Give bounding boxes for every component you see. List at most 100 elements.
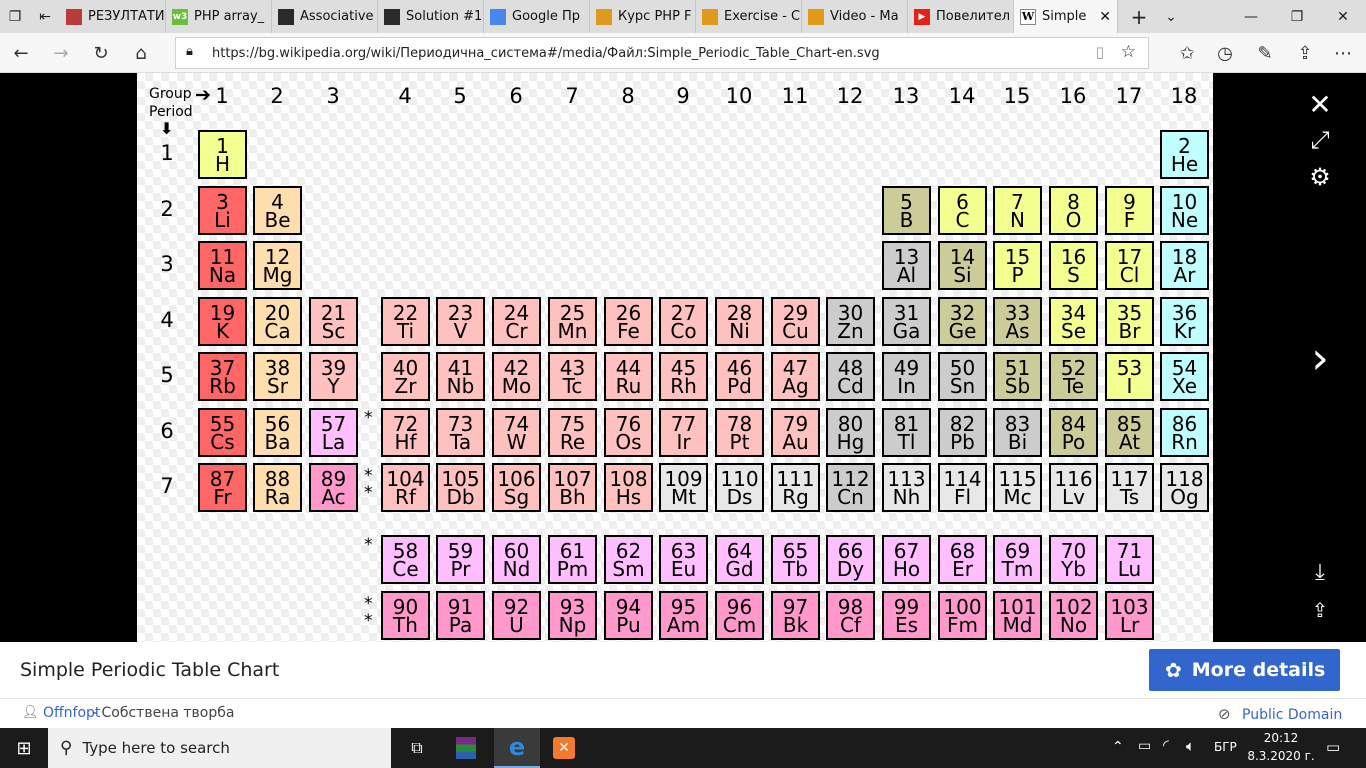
tab-label: РЕЗУЛТАТИ: [88, 9, 165, 24]
clock-time[interactable]: 20:12: [1250, 731, 1312, 745]
pen-icon[interactable]: ✎: [1250, 38, 1280, 68]
element-Am: 95 Am: [659, 591, 708, 640]
tab-5[interactable]: Google Пр: [484, 0, 590, 33]
element-Nb: 41 Nb: [436, 352, 485, 401]
element-symbol: Bi: [1007, 430, 1028, 454]
tab-label: Solution #1: [406, 9, 483, 24]
element-Be: 4 Be: [253, 186, 302, 235]
image-title: Simple Periodic Table Chart: [20, 659, 280, 681]
action-center-icon[interactable]: ▭: [1326, 738, 1340, 756]
share-icon[interactable]: ⇪: [1290, 38, 1320, 68]
element-symbol: Cu: [782, 319, 809, 343]
element-Zn: 30 Zn: [826, 297, 875, 346]
element-symbol: Pt: [729, 430, 750, 454]
tab-actions-icon[interactable]: ❐: [0, 0, 30, 33]
tab-9[interactable]: ▶ Повелител: [908, 0, 1014, 33]
element-Hs: 108 Hs: [604, 463, 653, 512]
settings-gear-icon[interactable]: ⚙: [1302, 162, 1338, 192]
element-symbol: Mn: [557, 319, 588, 343]
volume-icon[interactable]: 🔈︎: [1186, 737, 1195, 755]
element-W: 74 W: [492, 408, 541, 457]
license-link[interactable]: Public Domain: [1242, 707, 1342, 723]
element-symbol: Pu: [616, 613, 641, 637]
element-Bh: 107 Bh: [548, 463, 597, 512]
element-Mo: 42 Mo: [492, 352, 541, 401]
element-symbol: I: [1126, 374, 1133, 398]
reading-view-icon[interactable]: ▯: [1096, 43, 1104, 61]
element-Ac: 89 Ac: [309, 463, 358, 512]
home-icon[interactable]: ⌂: [126, 38, 156, 68]
restore-icon[interactable]: ❐: [1274, 0, 1320, 33]
more-icon[interactable]: ⋯: [1328, 38, 1358, 68]
fullscreen-icon[interactable]: ⤢: [1302, 125, 1338, 155]
element-symbol: Cl: [1119, 263, 1140, 287]
download-icon[interactable]: ⤓: [1302, 557, 1338, 587]
task-view-icon[interactable]: ⧉: [398, 728, 436, 768]
clock-date[interactable]: 8.3.2020 г.: [1246, 749, 1316, 763]
element-symbol: Pb: [950, 430, 975, 454]
close-viewer-icon[interactable]: ✕: [1302, 88, 1338, 121]
tab-8[interactable]: Video - Ма: [802, 0, 908, 33]
element-symbol: Si: [953, 263, 972, 287]
address-bar[interactable]: 🔒︎ https://bg.wikipedia.org/wiki/Периоди…: [175, 37, 1149, 69]
tab-7[interactable]: Exercise - С: [696, 0, 802, 33]
tab-3[interactable]: Associative: [272, 0, 378, 33]
element-Rb: 37 Rb: [198, 352, 247, 401]
group-number: 4: [398, 84, 412, 108]
element-symbol: Bk: [782, 613, 809, 637]
element-Al: 13 Al: [882, 241, 931, 290]
network-icon[interactable]: ▭: [1138, 738, 1151, 754]
tab-active[interactable]: W Simple ✕: [1014, 0, 1118, 33]
show-hidden-icons-chevron[interactable]: ⌃: [1112, 739, 1124, 755]
tab-4[interactable]: Solution #1: [378, 0, 484, 33]
tab-6[interactable]: Курс PHP F: [590, 0, 696, 33]
tab-1[interactable]: РЕЗУЛТАТИ: [60, 0, 166, 33]
element-symbol: Tb: [783, 557, 808, 581]
history-icon[interactable]: ◷: [1210, 38, 1240, 68]
favorite-star-icon[interactable]: ☆: [1121, 42, 1136, 62]
xampp-icon[interactable]: ✕: [544, 728, 584, 768]
element-Cm: 96 Cm: [715, 591, 764, 640]
element-Rg: 111 Rg: [771, 463, 820, 512]
next-image-chevron-icon[interactable]: ›: [1300, 333, 1340, 384]
element-symbol: At: [1118, 430, 1141, 454]
element-symbol: V: [453, 319, 468, 343]
element-symbol: Ba: [264, 430, 291, 454]
windows-start-icon[interactable]: ⊞: [0, 728, 48, 768]
share-image-icon[interactable]: ⇪: [1302, 595, 1338, 625]
element-symbol: Sc: [321, 319, 346, 343]
element-symbol: Pd: [727, 374, 752, 398]
set-aside-tabs-icon[interactable]: ⇤: [30, 0, 60, 33]
group-number: 18: [1170, 84, 1198, 108]
element-symbol: Rn: [1171, 430, 1198, 454]
favorites-icon[interactable]: ✩: [1172, 38, 1202, 68]
winrar-icon[interactable]: [446, 728, 486, 768]
taskbar-search-box[interactable]: ⚲ Type here to search: [48, 728, 391, 768]
minimize-icon[interactable]: —: [1228, 0, 1274, 33]
refresh-icon[interactable]: ↻: [86, 38, 116, 68]
element-Si: 14 Si: [938, 241, 987, 290]
navigation-bar: ← → ↻ ⌂ 🔒︎ https://bg.wikipedia.org/wiki…: [0, 33, 1366, 73]
element-symbol: F: [1123, 208, 1136, 232]
element-symbol: Po: [1061, 430, 1086, 454]
element-symbol: C: [955, 208, 970, 232]
forward-icon[interactable]: →: [46, 38, 76, 68]
more-details-button[interactable]: ✿ More details: [1149, 649, 1340, 691]
close-window-icon[interactable]: ✕: [1320, 0, 1366, 33]
element-symbol: Pr: [450, 557, 471, 581]
element-At: 85 At: [1105, 408, 1154, 457]
element-Mc: 115 Mc: [993, 463, 1042, 512]
group-number: 5: [453, 84, 467, 108]
element-Th: 90 Th: [381, 591, 430, 640]
back-icon[interactable]: ←: [6, 38, 36, 68]
edge-icon[interactable]: e: [494, 728, 540, 768]
new-tab-icon[interactable]: +: [1122, 0, 1156, 33]
element-Sb: 51 Sb: [993, 352, 1042, 401]
wifi-icon[interactable]: ◜: [1163, 736, 1169, 754]
close-tab-icon[interactable]: ✕: [1099, 9, 1111, 25]
tab-list-chevron-icon[interactable]: ⌄: [1156, 0, 1186, 33]
element-symbol: Zn: [837, 319, 864, 343]
element-Sm: 62 Sm: [604, 535, 653, 584]
language-indicator[interactable]: БГР: [1214, 740, 1237, 754]
tab-2[interactable]: w3 PHP array_: [166, 0, 272, 33]
